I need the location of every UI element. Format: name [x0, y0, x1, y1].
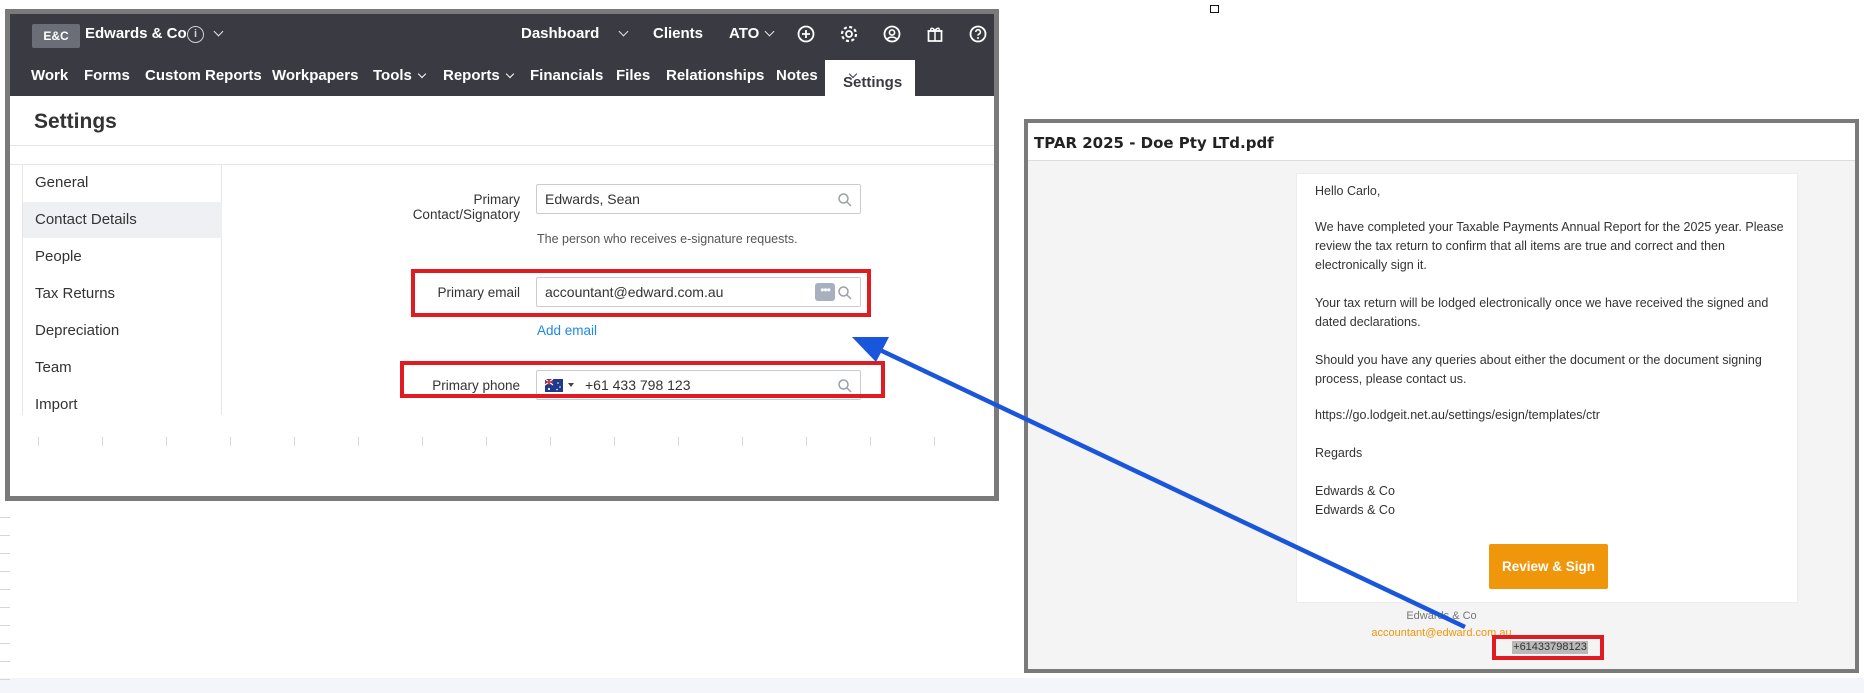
divider: [10, 145, 994, 146]
gift-icon[interactable]: [925, 24, 945, 44]
email-signature-1: Edwards & Co: [1315, 484, 1395, 498]
main-nav: Work Forms Custom Reports Workpapers Too…: [10, 56, 994, 96]
page-title: Settings: [34, 110, 117, 133]
add-circle-icon[interactable]: [796, 24, 816, 44]
ato-link[interactable]: ATO: [729, 25, 759, 42]
help-icon[interactable]: [968, 24, 988, 44]
email-paragraph-1: We have completed your Taxable Payments …: [1315, 220, 1784, 272]
firm-name[interactable]: Edwards & Co: [85, 25, 187, 42]
info-icon[interactable]: i: [187, 26, 204, 43]
review-and-sign-button[interactable]: Review & Sign: [1489, 544, 1608, 589]
nav-reports[interactable]: Reports: [443, 67, 514, 84]
signatory-field[interactable]: Edwards, Sean: [536, 184, 861, 214]
sidebar-item-import[interactable]: Import: [23, 387, 222, 423]
user-circle-icon[interactable]: [882, 24, 902, 44]
email-highlight-box: [411, 269, 871, 317]
dashboard-link[interactable]: Dashboard: [521, 25, 599, 42]
nav-settings-label: Settings: [834, 67, 902, 91]
add-email-link[interactable]: Add email: [537, 323, 597, 338]
sidebar-item-general[interactable]: General: [23, 165, 222, 201]
email-signature-2: Edwards & Co: [1315, 503, 1395, 517]
email-paragraph-2: Your tax return will be lodged electroni…: [1315, 296, 1769, 329]
bottom-strip: [0, 678, 1864, 693]
email-header: TPAR 2025 - Doe Pty LTd.pdf: [1028, 123, 1855, 161]
signatory-label: Primary Contact/Signatory: [370, 192, 520, 222]
nav-files-label: Files: [616, 67, 651, 84]
nav-financials[interactable]: Financials: [530, 67, 603, 84]
sidebar-item-team[interactable]: Team: [23, 350, 222, 386]
email-body: Hello Carlo, We have completed your Taxa…: [1296, 173, 1798, 603]
nav-settings[interactable]: Settings: [825, 60, 915, 96]
email-title: TPAR 2025 - Doe Pty LTd.pdf: [1034, 134, 1274, 152]
search-icon[interactable]: [837, 192, 853, 208]
firm-logo[interactable]: E&C: [32, 24, 80, 48]
footer-phone-highlight-box: [1492, 635, 1604, 660]
footer-firm-name: Edwards & Co: [1406, 610, 1477, 622]
footer-email[interactable]: accountant@edward.com.au: [1028, 627, 1855, 639]
selection-handle: [1210, 5, 1219, 13]
nav-workpapers[interactable]: Workpapers: [272, 67, 358, 84]
sidebar-item-tax-returns[interactable]: Tax Returns: [23, 276, 222, 312]
email-regards: Regards: [1315, 446, 1363, 460]
firm-chevron-down-icon[interactable]: [213, 26, 224, 37]
phone-highlight-box: [400, 361, 885, 398]
nav-tools-label: Tools: [373, 67, 412, 84]
reports-chevron-down-icon: [505, 69, 514, 79]
nav-notes[interactable]: Notes: [776, 67, 818, 84]
top-bar: E&C Edwards & Co i Dashboard Clients ATO: [10, 14, 994, 56]
ruler-ticks: [0, 500, 10, 680]
nav-tools[interactable]: Tools: [373, 67, 427, 84]
gear-icon[interactable]: [839, 24, 859, 44]
nav-notes-label: Notes: [776, 67, 818, 84]
nav-financials-label: Financials: [530, 67, 604, 84]
nav-files[interactable]: Files: [616, 67, 650, 84]
signatory-value: Edwards, Sean: [545, 191, 640, 207]
tools-chevron-down-icon: [417, 69, 427, 79]
ruler-ticks: [38, 437, 988, 446]
email-greeting: Hello Carlo,: [1315, 184, 1381, 198]
settings-app-window: E&C Edwards & Co i Dashboard Clients ATO: [5, 9, 999, 501]
nav-forms-label: Forms: [84, 67, 130, 84]
signatory-label-line1: Primary: [473, 192, 521, 207]
settings-sidebar: General Contact Details People Tax Retur…: [22, 165, 222, 415]
nav-relationships[interactable]: Relationships: [666, 67, 764, 84]
email-paragraph-3: Should you have any queries about either…: [1315, 353, 1762, 386]
nav-work[interactable]: Work: [31, 67, 68, 84]
signatory-label-line2: Contact/Signatory: [412, 207, 520, 222]
dashboard-chevron-down-icon[interactable]: [618, 26, 629, 37]
nav-custom-reports-label: Custom Reports: [145, 67, 262, 84]
ato-chevron-down-icon[interactable]: [764, 26, 775, 37]
nav-workpapers-label: Workpapers: [272, 67, 359, 84]
email-preview-window: TPAR 2025 - Doe Pty LTd.pdf Hello Carlo,…: [1024, 119, 1859, 673]
nav-reports-label: Reports: [443, 67, 500, 84]
signatory-hint: The person who receives e-signature requ…: [537, 232, 798, 246]
email-link[interactable]: https://go.lodgeit.net.au/settings/esign…: [1315, 406, 1785, 425]
nav-forms[interactable]: Forms: [84, 67, 130, 84]
clients-link[interactable]: Clients: [653, 25, 703, 42]
sidebar-item-people[interactable]: People: [23, 239, 222, 275]
nav-work-label: Work: [31, 67, 69, 84]
sidebar-item-depreciation[interactable]: Depreciation: [23, 313, 222, 349]
nav-custom-reports[interactable]: Custom Reports: [145, 67, 262, 84]
nav-relationships-label: Relationships: [666, 67, 765, 84]
sidebar-item-contact-details[interactable]: Contact Details: [23, 202, 222, 238]
